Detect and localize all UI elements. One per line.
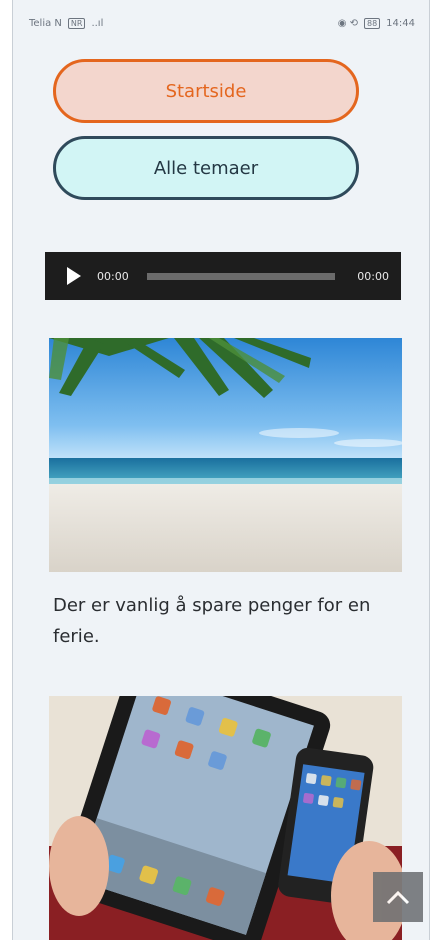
- all-topics-button[interactable]: Alle temaer: [53, 136, 359, 200]
- beach-image: [49, 338, 402, 572]
- current-time: 00:00: [97, 269, 129, 283]
- back-to-top-button[interactable]: [373, 872, 423, 922]
- play-icon[interactable]: [67, 267, 81, 285]
- phone-screen: Telia N NR ..ıl ◉ ⟲ 88 14:44 Startside A…: [12, 0, 430, 940]
- audio-player: 00:00 00:00: [45, 252, 401, 300]
- devices-image: [49, 696, 402, 940]
- audio-duration: 00:00: [357, 269, 389, 283]
- status-bar: Telia N NR ..ıl ◉ ⟲ 88 14:44: [13, 0, 429, 46]
- audio-progress-track[interactable]: [146, 272, 335, 280]
- status-icons: ◉ ⟲: [337, 17, 358, 29]
- home-button-label: Startside: [165, 80, 247, 102]
- battery-icon: 88: [363, 17, 381, 29]
- all-topics-button-label: Alle temaer: [153, 157, 259, 179]
- status-left: Telia N NR ..ıl: [29, 17, 104, 29]
- network-badge: NR: [67, 17, 86, 29]
- beach-illustration: [49, 338, 402, 572]
- signal-icon: ..ıl: [91, 17, 104, 29]
- image-caption: Der er vanlig å spare penger for en feri…: [53, 595, 371, 647]
- status-right: ◉ ⟲ 88 14:44: [337, 17, 415, 29]
- home-button[interactable]: Startside: [53, 59, 359, 123]
- clock: 14:44: [386, 17, 415, 29]
- chevron-up-icon: [386, 890, 410, 905]
- devices-illustration: [49, 696, 402, 940]
- carrier-label: Telia N: [29, 17, 62, 29]
